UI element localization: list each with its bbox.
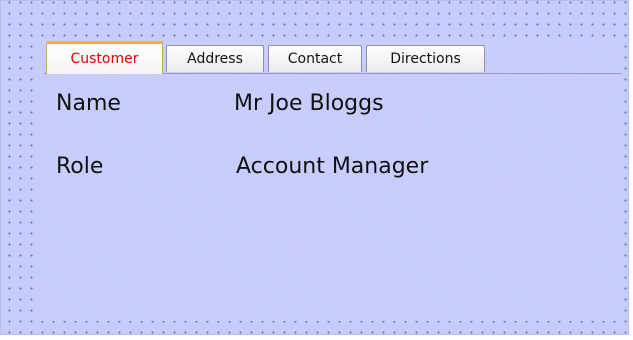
role-value: Account Manager [236, 154, 429, 179]
design-canvas: Customer Address Contact Directions Name… [0, 0, 629, 335]
customer-form-panel: Customer Address Contact Directions Name… [36, 38, 621, 321]
tab-strip: Customer Address Contact Directions [44, 41, 621, 74]
name-label: Name [56, 91, 121, 116]
tab-address[interactable]: Address [166, 45, 264, 72]
tab-contact[interactable]: Contact [268, 45, 362, 72]
name-value: Mr Joe Bloggs [234, 91, 384, 116]
role-label: Role [56, 154, 104, 179]
tab-directions[interactable]: Directions [366, 45, 485, 72]
tab-customer[interactable]: Customer [46, 41, 163, 74]
